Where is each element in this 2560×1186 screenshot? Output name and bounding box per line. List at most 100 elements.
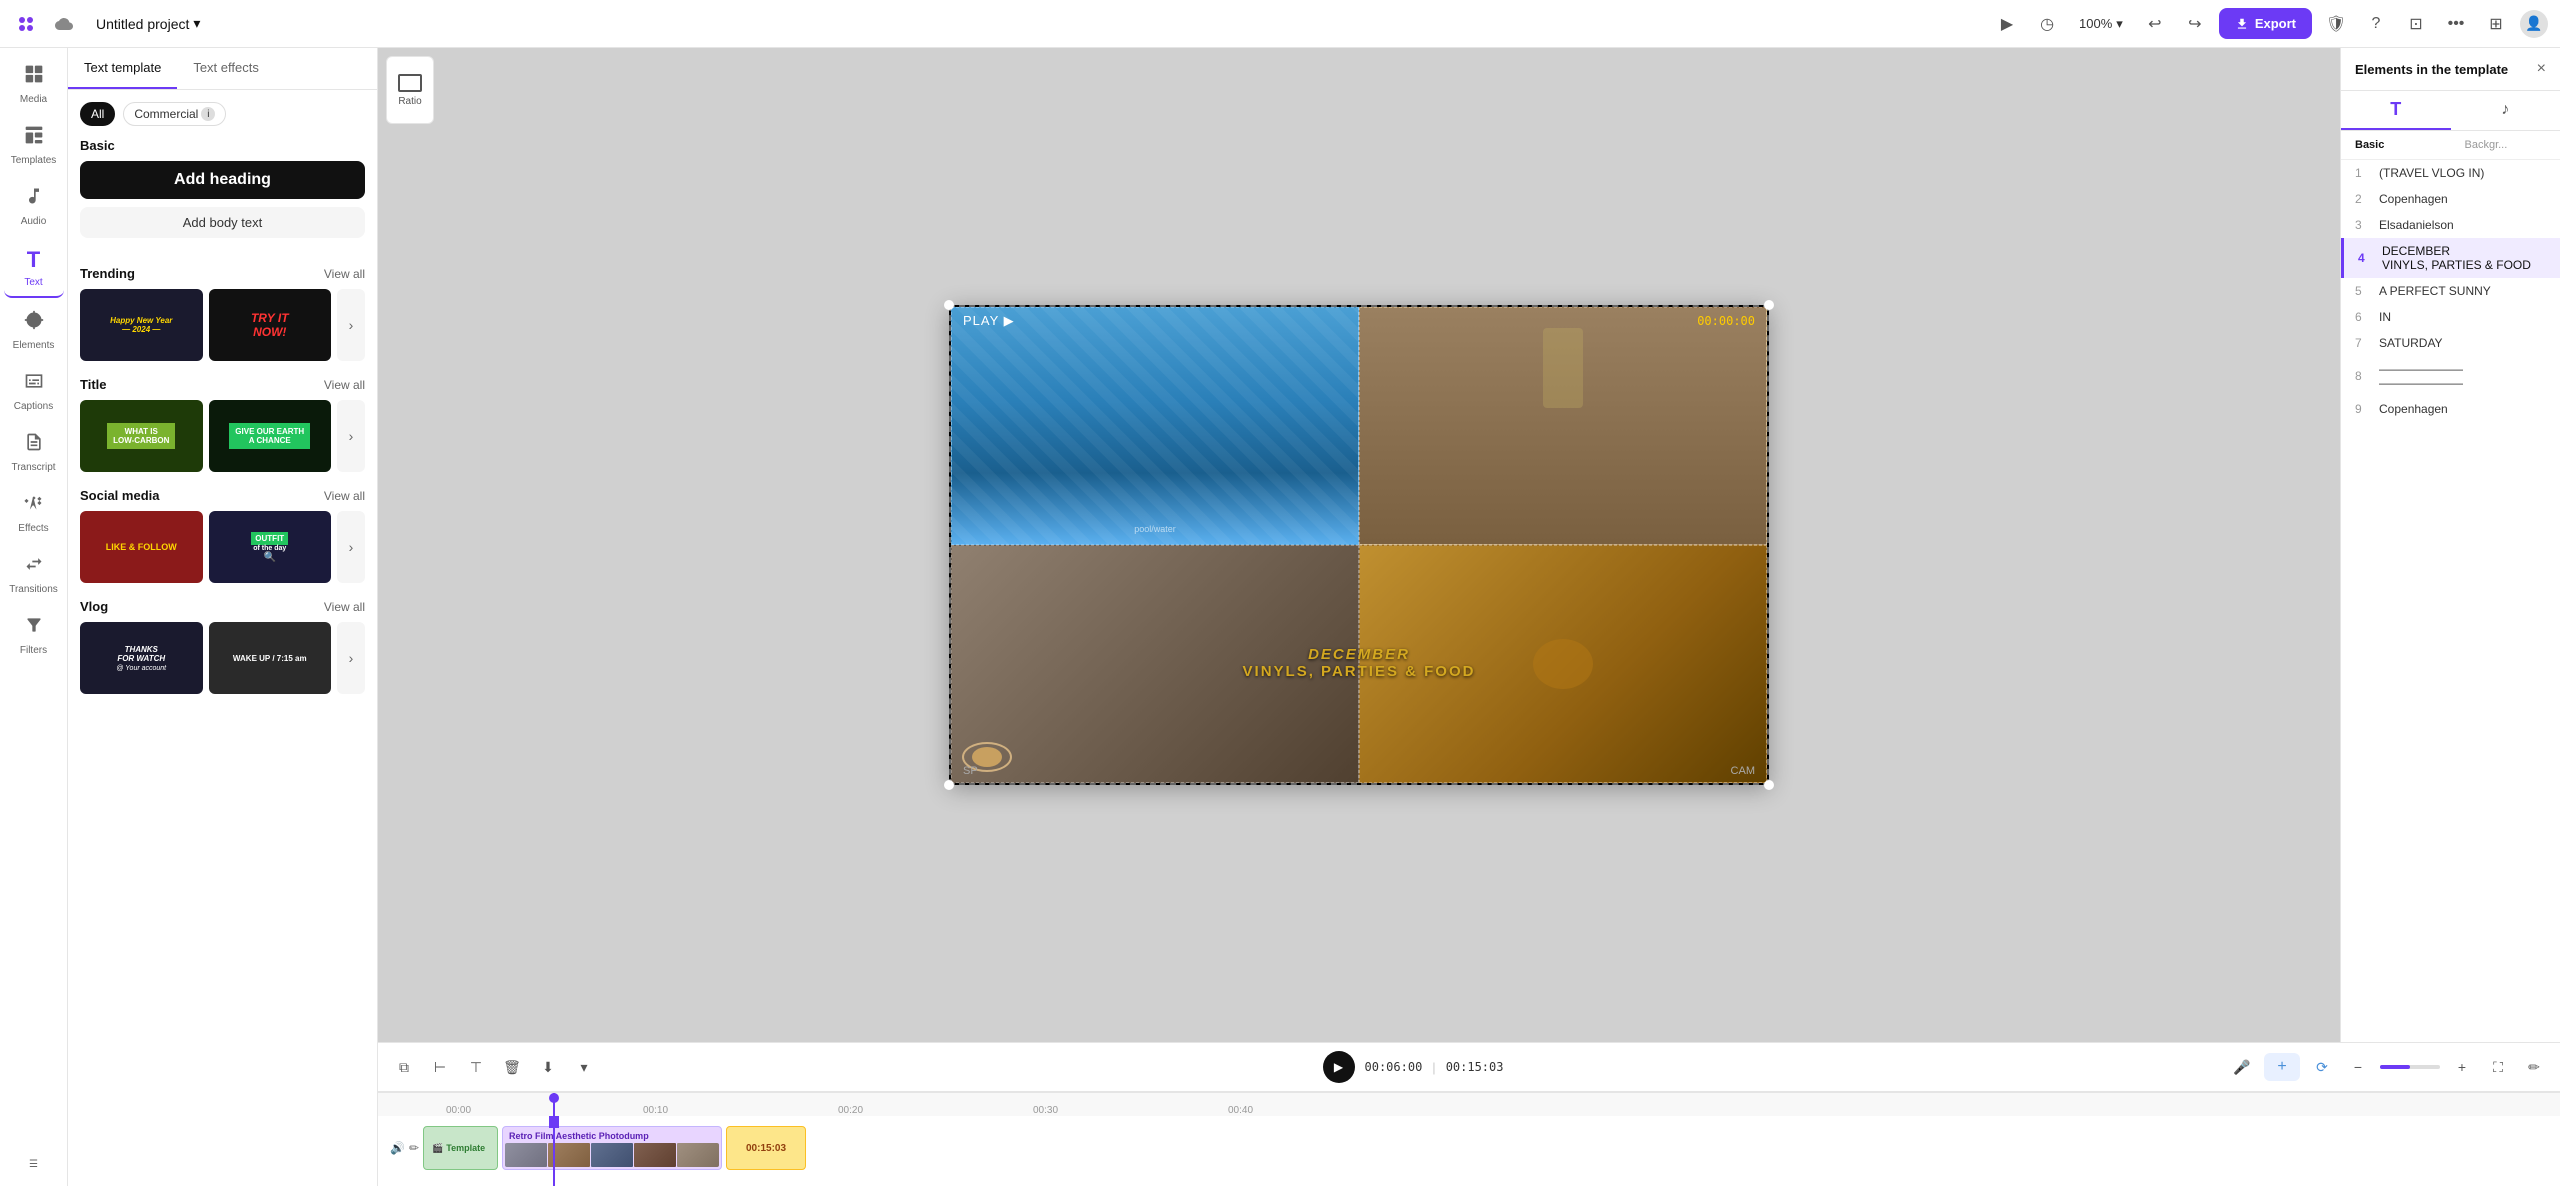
social-nav-btn[interactable]: ›	[337, 511, 365, 583]
social-media-section: Social media View all LIKE & FOLLOW OUTF…	[80, 488, 365, 583]
cloud-save-btn[interactable]	[48, 8, 80, 40]
sidebar-item-transcript[interactable]: Transcript	[4, 424, 64, 481]
element-item-5[interactable]: 5 A PERFECT SUNNY	[2341, 278, 2560, 304]
timer-btn[interactable]: ◷	[2031, 8, 2063, 40]
copy-btn[interactable]: ⧉	[390, 1053, 418, 1081]
selection-handle-br	[1764, 780, 1774, 790]
main-film-clip[interactable]: Retro Film Aesthetic Photodump	[502, 1126, 722, 1170]
right-panel-basic-tab[interactable]: Basic	[2341, 131, 2451, 159]
title-thumb-1[interactable]: WHAT ISLOW-CARBON	[80, 400, 203, 472]
elements-list: 1 (TRAVEL VLOG IN) 2 Copenhagen 3 Elsada…	[2341, 160, 2560, 1042]
tab-text-effects[interactable]: Text effects	[177, 48, 275, 89]
element-item-9[interactable]: 9 Copenhagen	[2341, 396, 2560, 422]
sidebar-item-media-label: Media	[20, 94, 47, 105]
title-nav-btn[interactable]: ›	[337, 400, 365, 472]
sidebar-bottom-icon[interactable]: ☰	[4, 1151, 64, 1178]
align-btn[interactable]: ⊤	[462, 1053, 490, 1081]
share-btn[interactable]: ⊡	[2400, 8, 2432, 40]
sidebar-item-text[interactable]: T Text	[4, 239, 64, 298]
right-panel-text-icon: T	[2390, 99, 2401, 120]
more-btn[interactable]: ▾	[570, 1053, 598, 1081]
add-body-btn[interactable]: Add body text	[80, 207, 365, 238]
fullscreen-btn[interactable]: ⛶	[2484, 1053, 2512, 1081]
social-thumb-2[interactable]: OUTFIT of the day 🔍	[209, 511, 332, 583]
social-thumb-1[interactable]: LIKE & FOLLOW	[80, 511, 203, 583]
element-item-4[interactable]: 4 DECEMBER VINYLS, PARTIES & FOOD	[2341, 238, 2560, 278]
timeline-ruler: 00:00 00:10 00:20 00:30 00:40	[378, 1092, 2560, 1116]
layout-toggle-btn[interactable]: ⊞	[2480, 8, 2512, 40]
element-item-3[interactable]: 3 Elsadanielson	[2341, 212, 2560, 238]
time-clip[interactable]: 00:15:03	[726, 1126, 806, 1170]
sidebar-item-captions[interactable]: Captions	[4, 363, 64, 420]
sidebar-item-filters[interactable]: Filters	[4, 607, 64, 664]
export-button[interactable]: Export	[2219, 8, 2312, 39]
element-item-8[interactable]: 8 ——————— ———————	[2341, 356, 2560, 396]
trending-nav-btn[interactable]: ›	[337, 289, 365, 361]
project-name-btn[interactable]: Untitled project ▾	[88, 11, 208, 36]
sidebar-item-text-label: Text	[24, 277, 42, 288]
element-item-6[interactable]: 6 IN	[2341, 304, 2560, 330]
more-options-btn[interactable]: •••	[2440, 8, 2472, 40]
redo-btn[interactable]: ↪	[2179, 8, 2211, 40]
panel-tabs: Text template Text effects	[68, 48, 377, 90]
chip-all[interactable]: All	[80, 102, 115, 126]
sidebar-item-templates[interactable]: Templates	[4, 117, 64, 174]
timeline-play-btn[interactable]: ▶	[1323, 1051, 1355, 1083]
right-panel-tab-music[interactable]: ♪	[2451, 91, 2560, 130]
sidebar-item-transitions[interactable]: Transitions	[4, 546, 64, 603]
chip-commercial[interactable]: Commercial i	[123, 102, 226, 126]
sync-btn[interactable]: ⟳	[2308, 1053, 2336, 1081]
social-view-all[interactable]: View all	[324, 489, 365, 503]
trending-thumb-1[interactable]: Happy New Year— 2024 —	[80, 289, 203, 361]
ratio-btn[interactable]: Ratio	[386, 56, 434, 124]
zoom-slider[interactable]	[2380, 1065, 2440, 1069]
title-section-title: Title View all	[80, 377, 365, 392]
trending-view-all[interactable]: View all	[324, 267, 365, 281]
sidebar-item-audio[interactable]: Audio	[4, 178, 64, 235]
element-item-7[interactable]: 7 SATURDAY	[2341, 330, 2560, 356]
template-clip[interactable]: 🎬 Template	[423, 1126, 498, 1170]
audio-add-btn[interactable]: +	[2264, 1053, 2300, 1081]
trending-thumb-2[interactable]: TRY ITNOW!	[209, 289, 332, 361]
ruler-mark-4: 00:40	[1228, 1105, 1253, 1116]
mic-btn[interactable]: 🎤	[2228, 1053, 2256, 1081]
zoom-control[interactable]: 100% ▾	[2071, 12, 2131, 36]
timeline-separator: |	[1432, 1060, 1435, 1075]
vlog-nav-btn[interactable]: ›	[337, 622, 365, 694]
vlog-thumb-2[interactable]: WAKE UP / 7:15 am	[209, 622, 332, 694]
media-icon	[24, 64, 44, 90]
right-panel: Elements in the template × T ♪ Basic Bac…	[2340, 48, 2560, 1042]
vlog-view-all[interactable]: View all	[324, 600, 365, 614]
help-btn[interactable]: ?	[2360, 8, 2392, 40]
delete-btn[interactable]: 🗑	[498, 1053, 526, 1081]
play-btn[interactable]: ▶	[1991, 8, 2023, 40]
tab-text-template[interactable]: Text template	[68, 48, 177, 89]
pen-btn[interactable]: ✏	[2520, 1053, 2548, 1081]
right-panel-close-btn[interactable]: ×	[2537, 60, 2546, 78]
element-item-1[interactable]: 1 (TRAVEL VLOG IN)	[2341, 160, 2560, 186]
sidebar-item-elements[interactable]: Elements	[4, 302, 64, 359]
download-btn[interactable]: ⬇	[534, 1053, 562, 1081]
element-item-2[interactable]: 2 Copenhagen	[2341, 186, 2560, 212]
sidebar-item-media[interactable]: Media	[4, 56, 64, 113]
avatar-btn[interactable]: 👤	[2520, 10, 2548, 38]
canvas-frame[interactable]: PLAY ▶ 00:00:00 pool/water	[949, 305, 1769, 785]
shield-btn[interactable]: 🛡	[2320, 8, 2352, 40]
zoom-in-btn[interactable]: +	[2448, 1053, 2476, 1081]
vlog-thumb-1[interactable]: THANKSFOR WATCH@ Your account	[80, 622, 203, 694]
elements-icon	[24, 310, 44, 336]
split-btn[interactable]: ⊢	[426, 1053, 454, 1081]
effects-icon	[24, 493, 44, 519]
title-thumb-2[interactable]: GIVE OUR EARTHA CHANCE	[209, 400, 332, 472]
app-logo	[12, 10, 40, 38]
right-panel-tab-text[interactable]: T	[2341, 91, 2451, 130]
title-view-all[interactable]: View all	[324, 378, 365, 392]
edit-icon[interactable]: ✏	[409, 1141, 419, 1155]
sidebar-item-effects[interactable]: Effects	[4, 485, 64, 542]
undo-btn[interactable]: ↩	[2139, 8, 2171, 40]
volume-icon[interactable]: 🔊	[390, 1141, 405, 1155]
right-panel-background-tab[interactable]: Backgr...	[2451, 131, 2560, 159]
timeline-controls: ⧉ ⊢ ⊤ 🗑 ⬇ ▾ ▶ 00:06:00 | 00:15:03 🎤 + ⟳ …	[378, 1043, 2560, 1091]
add-heading-btn[interactable]: Add heading	[80, 161, 365, 199]
speed-btn[interactable]: −	[2344, 1053, 2372, 1081]
